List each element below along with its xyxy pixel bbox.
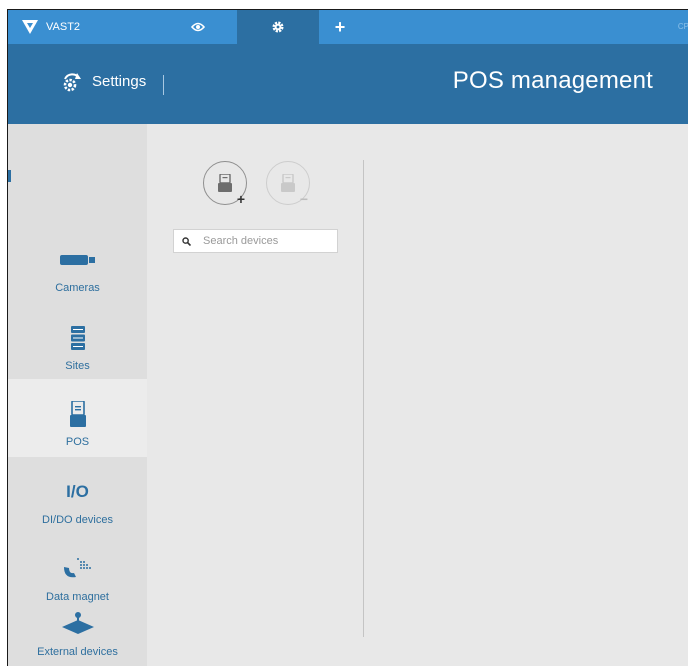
- top-tab-bar: VAST2 + CP: [8, 10, 688, 44]
- app-brand: VAST2: [22, 10, 80, 44]
- settings-breadcrumb[interactable]: Settings: [60, 70, 146, 92]
- sidebar-item-label: Cameras: [55, 282, 100, 294]
- remove-pos-device-icon: [281, 174, 295, 192]
- add-pos-device-icon: [218, 174, 232, 192]
- search-box: [173, 229, 338, 253]
- data-magnet-icon: [63, 558, 91, 578]
- app-window: VAST2 + CP Settings POS management Camer…: [7, 9, 688, 666]
- camera-icon: [59, 255, 95, 265]
- sidebar-item-label: External devices: [37, 646, 118, 658]
- server-icon: [70, 326, 85, 350]
- sidebar-item-label: POS: [65, 436, 90, 448]
- add-badge-icon: +: [236, 191, 245, 207]
- sidebar-item-label: Sites: [65, 360, 90, 372]
- sidebar-item-data-magnet[interactable]: Data magnet: [8, 534, 147, 612]
- sidebar-item-dido-devices[interactable]: I/O DI/DO devices: [8, 457, 147, 535]
- sidebar-item-external-devices[interactable]: External devices: [8, 610, 147, 666]
- gear-icon: [272, 21, 284, 33]
- main-content: + −: [147, 124, 688, 666]
- search-icon: [182, 236, 191, 246]
- eye-icon: [191, 22, 205, 32]
- remove-badge-icon: −: [299, 191, 308, 207]
- settings-icon: [63, 73, 81, 92]
- io-icon: I/O: [66, 482, 89, 501]
- plus-icon: +: [334, 16, 346, 37]
- page-title: POS management: [452, 67, 653, 94]
- sidebar-item-label: Data magnet: [46, 591, 109, 603]
- header-divider: [163, 75, 164, 95]
- settings-sidebar: Cameras Sites POS I/O DI/DO devices Data…: [8, 124, 147, 666]
- page-header: Settings POS management: [8, 44, 688, 124]
- sidebar-item-sites[interactable]: Sites: [8, 303, 147, 381]
- panel-divider: [363, 160, 364, 637]
- sidebar-edge-marker: [8, 170, 11, 182]
- settings-label: Settings: [92, 72, 147, 90]
- sidebar-item-label: DI/DO devices: [42, 514, 113, 526]
- joystick-icon: [61, 612, 94, 634]
- add-pos-device-button[interactable]: +: [203, 161, 247, 207]
- add-tab-button[interactable]: +: [326, 10, 354, 44]
- sidebar-item-cameras[interactable]: Cameras: [8, 225, 147, 303]
- app-name: VAST2: [46, 21, 81, 33]
- pos-icon: [69, 401, 86, 427]
- remove-pos-device-button[interactable]: −: [266, 161, 310, 207]
- sidebar-item-pos[interactable]: POS: [8, 379, 147, 457]
- cpu-indicator: CP: [677, 22, 688, 31]
- vivotek-logo-icon: [22, 20, 38, 34]
- tab-live-view[interactable]: [174, 10, 222, 44]
- tab-settings[interactable]: [237, 10, 319, 44]
- search-input[interactable]: [203, 235, 333, 247]
